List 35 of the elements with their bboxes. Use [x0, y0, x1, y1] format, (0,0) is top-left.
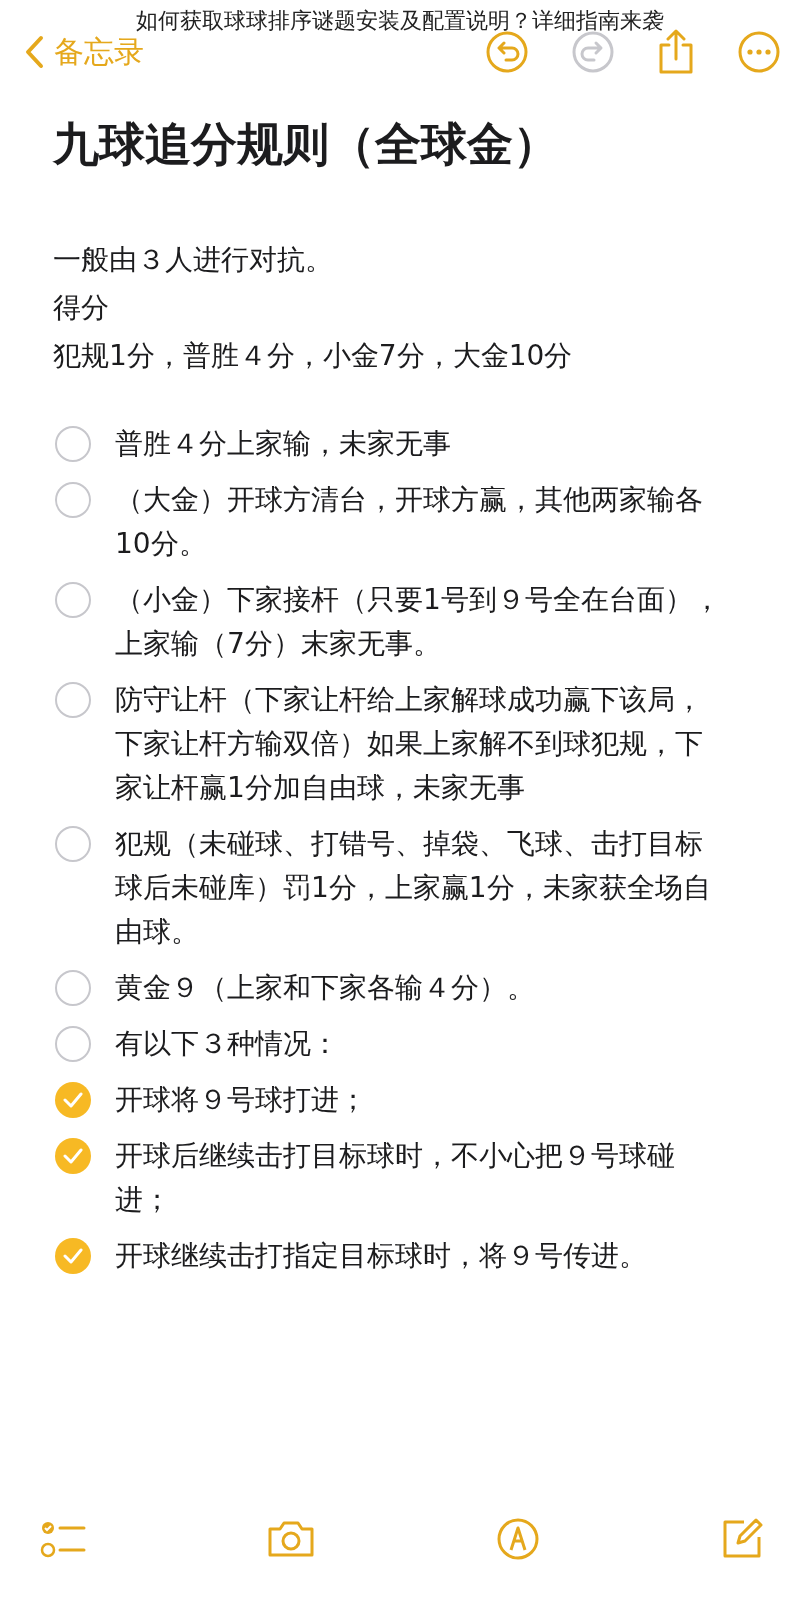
checkbox[interactable]: [55, 426, 91, 462]
more-icon[interactable]: [738, 31, 780, 73]
chevron-left-icon: [24, 35, 44, 69]
checklist-item-text: 开球后继续击打目标球时，不小心把９号球碰进；: [115, 1138, 676, 1218]
checkbox[interactable]: [55, 1026, 91, 1062]
checkbox[interactable]: [55, 1082, 91, 1118]
checklist-item-text: 犯规（未碰球、打错号、掉袋、飞球、击打目标球后未碰库）罚1分，上家赢1分，未家获全场自由球。: [115, 826, 712, 950]
checklist-item-text: 开球继续击打指定目标球时，将９号传进。: [115, 1238, 648, 1274]
note-text: 得分: [53, 290, 110, 326]
checkbox[interactable]: [55, 1238, 91, 1274]
note-text: 犯规1分，普胜４分，小金7分，大金10分: [53, 338, 574, 374]
note-title: 九球追分规则（全球金）: [53, 116, 560, 173]
camera-icon[interactable]: [266, 1519, 316, 1559]
share-icon[interactable]: [658, 29, 694, 75]
checkbox[interactable]: [55, 582, 91, 618]
checklist-item-text: 有以下３种情况：: [115, 1026, 340, 1062]
checklist-item-text: 防守让杆（下家让杆给上家解球成功赢下该局，下家让杆方输双倍）如果上家解不到球犯规，下家让杆赢1分加自由球，未家无事: [115, 682, 704, 806]
checklist-item-text: 开球将９号球打进；: [115, 1082, 368, 1118]
checkmark-icon: [63, 1092, 83, 1108]
checkmark-icon: [63, 1248, 83, 1264]
checklist-icon[interactable]: [40, 1519, 86, 1559]
pen-icon[interactable]: [496, 1517, 540, 1561]
undo-icon[interactable]: [486, 31, 528, 73]
checkbox[interactable]: [55, 682, 91, 718]
redo-icon[interactable]: [572, 31, 614, 73]
checkbox[interactable]: [55, 1138, 91, 1174]
note-text: 一般由３人进行对抗。: [53, 242, 334, 278]
checkbox[interactable]: [55, 970, 91, 1006]
checklist-item-text: （小金）下家接杆（只要1号到９号全在台面），上家输（7分）末家无事。: [115, 582, 722, 662]
checklist-item-text: 普胜４分上家输，未家无事: [115, 426, 452, 462]
checkmark-icon: [63, 1148, 83, 1164]
checkbox[interactable]: [55, 826, 91, 862]
checklist-item-text: 黄金９（上家和下家各输４分）。: [115, 970, 536, 1006]
checkbox[interactable]: [55, 482, 91, 518]
checklist-item-text: （大金）开球方清台，开球方赢，其他两家输各10分。: [115, 482, 704, 562]
